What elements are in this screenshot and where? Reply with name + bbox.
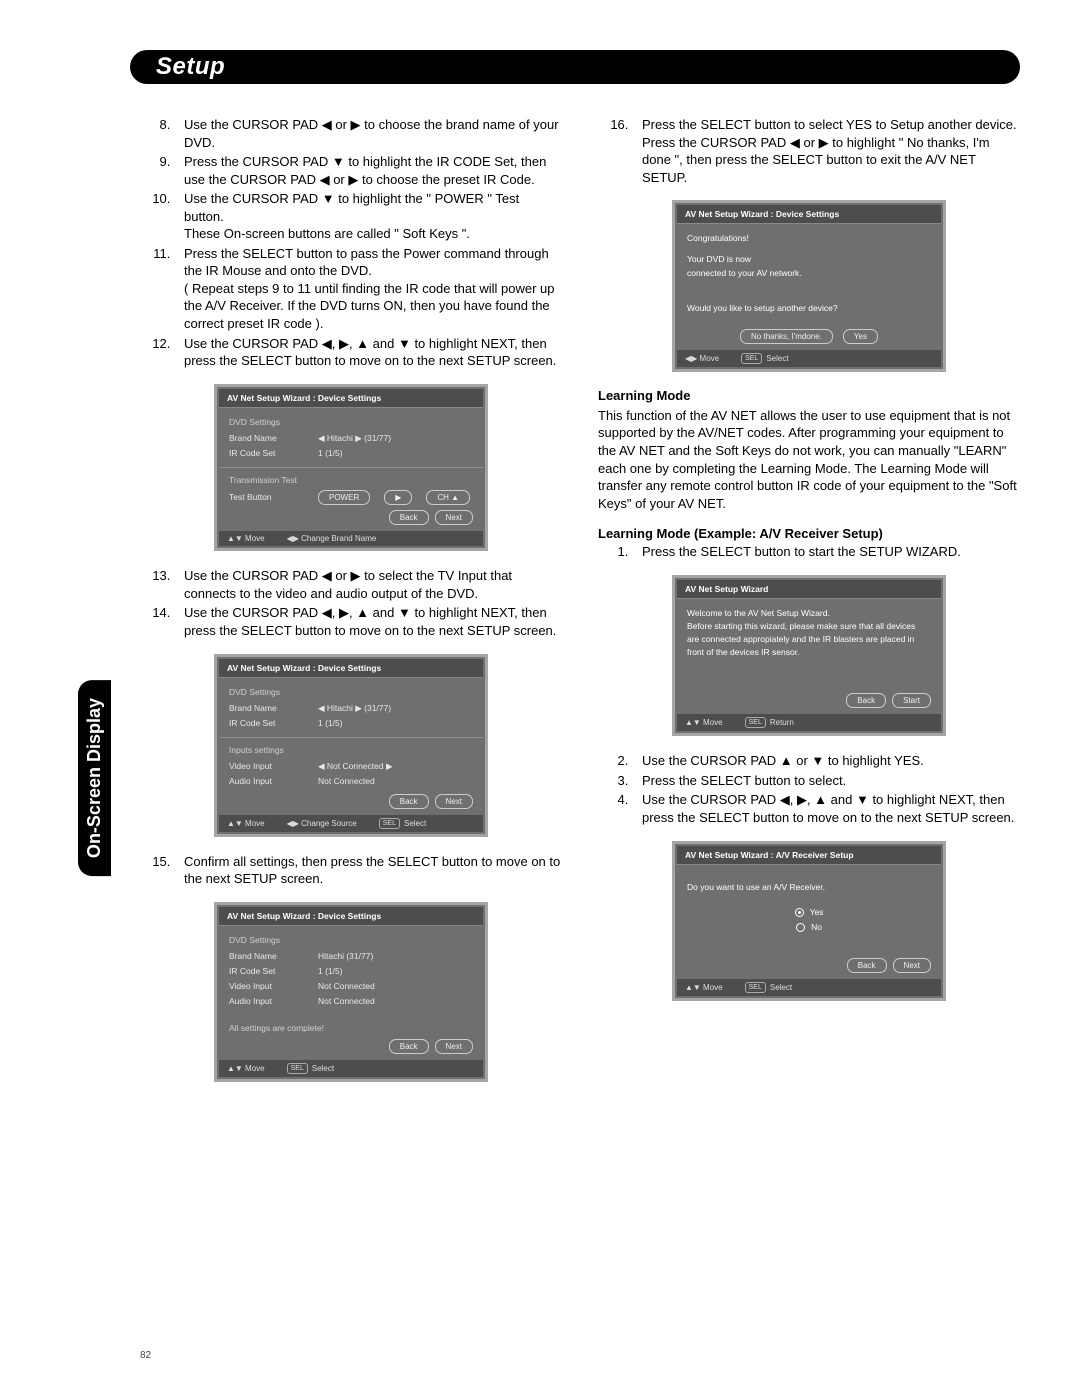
- left-column: Use the CURSOR PAD ◀ or ▶ to choose the …: [140, 116, 562, 1098]
- page-number: 82: [140, 1350, 151, 1361]
- example-step-1: Press the SELECT button to start the SET…: [598, 543, 1020, 561]
- step-15: Confirm all settings, then press the SEL…: [140, 853, 562, 888]
- next-button[interactable]: Next: [435, 510, 473, 525]
- next-button[interactable]: Next: [893, 958, 931, 973]
- osd-av-receiver-setup: AV Net Setup Wizard : A/V Receiver Setup…: [672, 841, 946, 1002]
- right-column: Press the SELECT button to select YES to…: [598, 116, 1020, 1098]
- back-button[interactable]: Back: [389, 1039, 429, 1054]
- steps-13-14: Use the CURSOR PAD ◀ or ▶ to select the …: [140, 567, 562, 639]
- step-16: Press the SELECT button to select YES to…: [598, 116, 1020, 186]
- learning-mode-para: This function of the AV NET allows the u…: [598, 407, 1020, 512]
- side-tab: On-Screen Display: [78, 680, 111, 876]
- step-11: Press the SELECT button to pass the Powe…: [174, 245, 562, 333]
- learning-example-head: Learning Mode (Example: A/V Receiver Set…: [598, 526, 1020, 541]
- yes-button[interactable]: Yes: [843, 329, 878, 344]
- back-button[interactable]: Back: [847, 958, 887, 973]
- next-button[interactable]: Next: [435, 1039, 473, 1054]
- back-button[interactable]: Back: [389, 794, 429, 809]
- ch-up-button[interactable]: CH ▲: [426, 490, 470, 505]
- step-9: Press the CURSOR PAD ▼ to highlight the …: [174, 153, 562, 188]
- osd-title: AV Net Setup Wizard : Device Settings: [219, 389, 483, 408]
- step-12: Use the CURSOR PAD ◀, ▶, ▲ and ▼ to high…: [174, 335, 562, 370]
- back-button[interactable]: Back: [389, 510, 429, 525]
- osd-device-settings-b: AV Net Setup Wizard : Device Settings DV…: [214, 654, 488, 837]
- next-button[interactable]: Next: [435, 794, 473, 809]
- osd-device-settings-c: AV Net Setup Wizard : Device Settings DV…: [214, 902, 488, 1082]
- example-steps-2-4: Use the CURSOR PAD ▲ or ▼ to highlight Y…: [598, 752, 1020, 826]
- section-title: Setup: [156, 53, 225, 81]
- section-header: Setup: [130, 50, 1020, 84]
- step-14: Use the CURSOR PAD ◀, ▶, ▲ and ▼ to high…: [174, 604, 562, 639]
- osd-wizard-welcome: AV Net Setup Wizard Welcome to the AV Ne…: [672, 575, 946, 737]
- learning-mode-head: Learning Mode: [598, 388, 1020, 403]
- start-button[interactable]: Start: [892, 693, 931, 708]
- osd-device-settings-a: AV Net Setup Wizard : Device Settings DV…: [214, 384, 488, 552]
- manual-page: Setup On-Screen Display Use the CURSOR P…: [0, 0, 1080, 1397]
- osd-congrats: AV Net Setup Wizard : Device Settings Co…: [672, 200, 946, 372]
- steps-8-12: Use the CURSOR PAD ◀ or ▶ to choose the …: [140, 116, 562, 370]
- play-button[interactable]: ▶: [384, 490, 412, 505]
- step-10: Use the CURSOR PAD ▼ to highlight the " …: [174, 190, 562, 243]
- power-button[interactable]: POWER: [318, 490, 370, 505]
- step-8: Use the CURSOR PAD ◀ or ▶ to choose the …: [174, 116, 562, 151]
- radio-no[interactable]: No: [687, 921, 931, 934]
- step-13: Use the CURSOR PAD ◀ or ▶ to select the …: [174, 567, 562, 602]
- no-thanks-button[interactable]: No thanks, I'mdone.: [740, 329, 833, 344]
- radio-yes[interactable]: Yes: [687, 906, 931, 919]
- back-button[interactable]: Back: [846, 693, 886, 708]
